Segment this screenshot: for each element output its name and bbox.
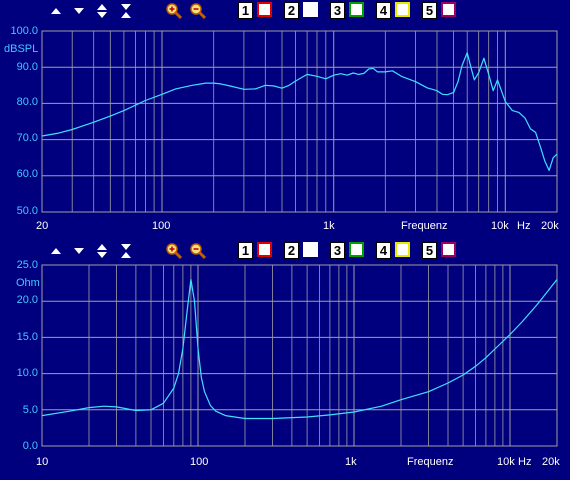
channel-number: 4	[376, 2, 391, 19]
channel-number: 2	[284, 242, 299, 259]
x-tick-label: 10k	[497, 456, 515, 468]
channel-color-box	[349, 2, 364, 17]
channel-color-box	[303, 242, 318, 257]
y-tick-label: 25.0	[16, 259, 38, 271]
channel-color-box	[349, 242, 364, 257]
channel-color-box	[441, 2, 456, 17]
x-tick-label: 20	[36, 220, 49, 232]
x-axis-label: Frequenz	[401, 220, 448, 232]
x-tick-label: 1k	[345, 456, 357, 468]
y-tick-label: 0.0	[22, 440, 38, 452]
x-tick-label: 20k	[541, 220, 559, 232]
y-tick-label: 5.0	[22, 404, 38, 416]
zoom-in-icon[interactable]	[165, 242, 183, 260]
channel-number: 3	[330, 242, 345, 259]
plot-border	[41, 30, 558, 213]
plot-border	[41, 264, 558, 447]
y-tick-label: 80.0	[16, 96, 38, 108]
channel-number: 2	[284, 2, 299, 19]
impedance-plot-area[interactable]	[41, 264, 558, 447]
y-tick-label: 60.0	[16, 168, 38, 180]
channel-number: 5	[422, 2, 437, 19]
spl-toolbar: 1 2 3 4 5	[0, 0, 570, 24]
y-tick-label: 15.0	[16, 331, 38, 343]
zoom-out-icon[interactable]	[189, 242, 207, 260]
spl-y-axis-unit: dBSPL	[4, 43, 39, 55]
y-tick-label: 10.0	[16, 367, 38, 379]
channel-color-box	[257, 2, 272, 17]
channel-number: 3	[330, 2, 345, 19]
channel-color-box	[395, 2, 410, 17]
expand-vertical-icon[interactable]	[93, 242, 111, 260]
x-tick-label: 1k	[323, 220, 335, 232]
spl-plot-area[interactable]	[41, 30, 558, 213]
x-tick-label: 10	[36, 456, 49, 468]
arrow-down-icon[interactable]	[70, 2, 88, 20]
impedance-panel: 1 2 3 4 5 Ohm 25.0 20.0 15.0 10.0 5.0 0.…	[0, 240, 570, 480]
channel-color-box	[303, 2, 318, 17]
arrow-up-icon[interactable]	[47, 2, 65, 20]
compress-vertical-icon[interactable]	[117, 242, 135, 260]
channel-number: 1	[238, 242, 253, 259]
data-series-line	[41, 278, 558, 420]
expand-vertical-icon[interactable]	[93, 2, 111, 20]
compress-vertical-icon[interactable]	[117, 2, 135, 20]
zoom-out-icon[interactable]	[189, 2, 207, 20]
x-tick-label: 100	[190, 456, 209, 468]
x-unit-label: Hz	[518, 456, 532, 468]
channel-color-box	[395, 242, 410, 257]
x-axis-label: Frequenz	[407, 456, 454, 468]
zoom-in-icon[interactable]	[165, 2, 183, 20]
channel-number: 1	[238, 2, 253, 19]
y-tick-label: 100.0	[10, 25, 38, 37]
data-series-line	[41, 52, 558, 171]
y-tick-label: 20.0	[16, 294, 38, 306]
impedance-y-axis-unit: Ohm	[16, 277, 40, 289]
channel-color-box	[441, 242, 456, 257]
x-tick-label: 10k	[491, 220, 509, 232]
y-tick-label: 50.0	[16, 205, 38, 217]
arrow-down-icon[interactable]	[70, 242, 88, 260]
y-tick-label: 90.0	[16, 61, 38, 73]
arrow-up-icon[interactable]	[47, 242, 65, 260]
channel-number: 4	[376, 242, 391, 259]
spl-panel: 1 2 3 4 5 dBSPL 100.0 90.0 80.0 70.0 60.…	[0, 0, 570, 240]
x-unit-label: Hz	[517, 220, 531, 232]
impedance-toolbar: 1 2 3 4 5	[0, 240, 570, 264]
y-tick-label: 70.0	[16, 132, 38, 144]
x-tick-label: 20k	[542, 456, 560, 468]
channel-color-box	[257, 242, 272, 257]
x-tick-label: 100	[152, 220, 171, 232]
channel-number: 5	[422, 242, 437, 259]
